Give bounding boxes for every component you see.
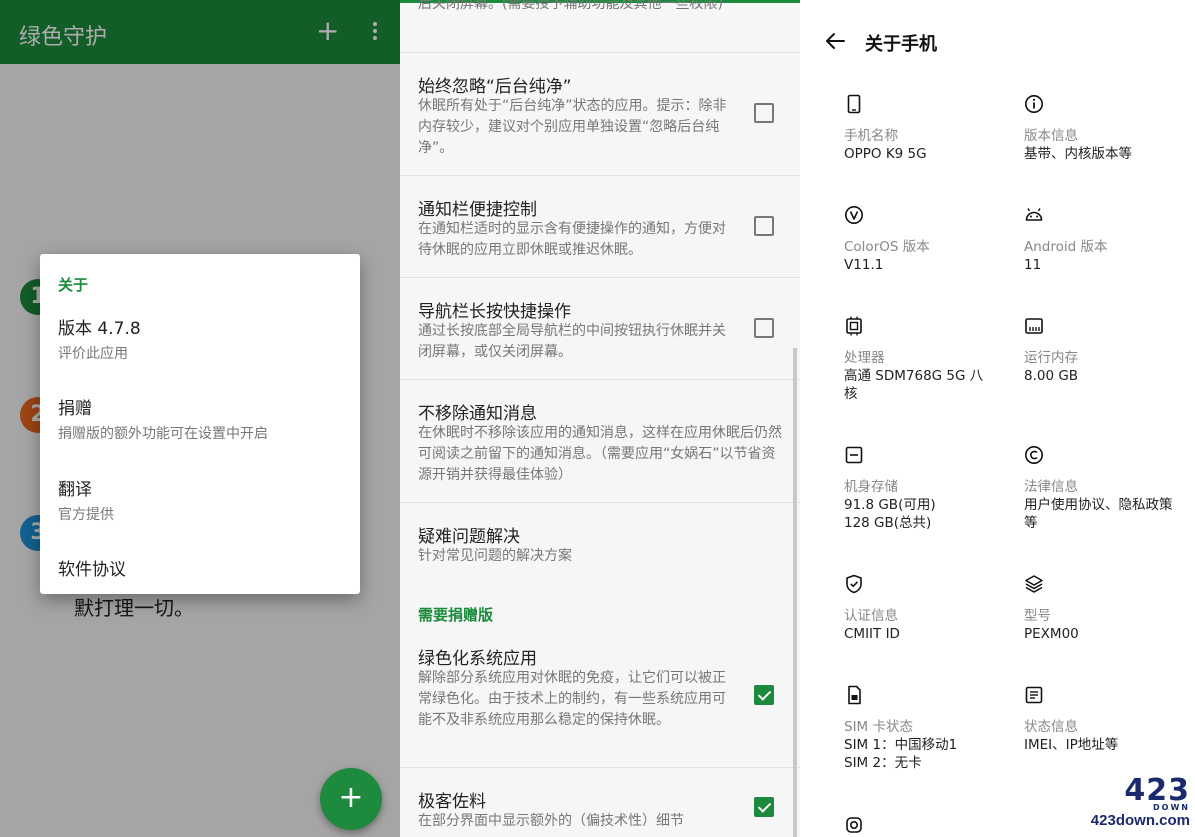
setting-title: 绿色化系统应用 xyxy=(418,649,537,669)
dialog-item-donate[interactable]: 捐赠 捐赠版的额外功能可在设置中开启 xyxy=(58,394,348,443)
info-label: ColorOS 版本 xyxy=(844,239,930,255)
dialog-item-subtitle: 官方提供 xyxy=(58,507,114,523)
camera-icon xyxy=(846,817,862,833)
info-icon xyxy=(1025,95,1043,113)
setting-desc: 在通知栏适时的显示含有便捷操作的通知，方便对待休眠的应用立即休眠或推迟休眠。 xyxy=(418,221,726,258)
dialog-item-title: 翻译 xyxy=(58,480,92,500)
setting-desc: 在休眠时不移除该应用的通知消息，这样在应用休眠后仍然可阅读之前留下的通知消息。（… xyxy=(418,425,782,483)
storage-icon xyxy=(845,446,863,464)
checkbox-checked[interactable] xyxy=(754,685,774,705)
sim-icon xyxy=(848,685,861,705)
setting-item-partial[interactable]: 后关闭屏幕。(需要授予辅助功能及其他一些权限) xyxy=(400,0,800,53)
dialog-item-title: 捐赠 xyxy=(58,399,92,419)
info-label: 手机名称 xyxy=(844,128,898,144)
watermark-number: 423 xyxy=(1124,773,1190,808)
setting-title: 极客佐料 xyxy=(418,792,486,812)
cpu-icon xyxy=(846,316,862,336)
android-icon xyxy=(1025,208,1043,221)
section-header-donate: 需要捐赠版 xyxy=(418,606,494,624)
info-value: OPPO K9 5G xyxy=(844,146,927,162)
info-label: 法律信息 xyxy=(1024,479,1078,495)
setting-item-green-system-apps[interactable]: 绿色化系统应用 解除部分系统应用对休眠的免疫，让它们可以被正常绿色化。由于技术上… xyxy=(400,628,800,768)
setting-desc: 在部分界面中显示额外的（偏技术性）细节 xyxy=(418,813,684,829)
layers-icon xyxy=(1025,575,1043,593)
dialog-item-subtitle: 捐赠版的额外功能可在设置中开启 xyxy=(58,426,268,442)
setting-title: 始终忽略“后台纯净” xyxy=(418,77,572,97)
checkbox[interactable] xyxy=(754,216,774,236)
info-label: 认证信息 xyxy=(844,608,898,624)
dialog-heading: 关于 xyxy=(58,276,89,294)
setting-title: 不移除通知消息 xyxy=(418,404,537,424)
about-phone-panel: 关于手机 手机名称 OPPO K9 5G 版本信息 基带、内核版本等 Color… xyxy=(800,0,1195,837)
info-value: 用户使用协议、隐私政策等 xyxy=(1024,497,1173,531)
setting-item-geek-details[interactable]: 极客佐料 在部分界面中显示额外的（偏技术性）细节 xyxy=(400,768,800,837)
setting-title: 疑难问题解决 xyxy=(418,527,520,547)
about-panel: 绿色守护 + 1 2 3 默打理一切。 关于 版本 4.7.8 评价此应用 捐赠… xyxy=(0,0,400,837)
dialog-item-subtitle: 评价此应用 xyxy=(58,346,128,362)
back-arrow-icon[interactable] xyxy=(824,30,846,52)
watermark-url: 423down.com xyxy=(1090,812,1190,829)
info-label: 版本信息 xyxy=(1024,128,1078,144)
checkbox[interactable] xyxy=(754,318,774,338)
copyright-icon xyxy=(1025,446,1043,464)
info-value: IMEI、IP地址等 xyxy=(1024,737,1119,753)
setting-item-keep-notifications[interactable]: 不移除通知消息 在休眠时不移除该应用的通知消息，这样在应用休眠后仍然可阅读之前留… xyxy=(400,380,800,503)
coloros-icon xyxy=(845,206,863,224)
info-label: 处理器 xyxy=(844,350,885,366)
dialog-item-translate[interactable]: 翻译 官方提供 xyxy=(58,475,348,524)
status-icon xyxy=(1025,686,1043,704)
checkbox-checked[interactable] xyxy=(754,797,774,817)
setting-item-navbar-shortcut[interactable]: 导航栏长按快捷操作 通过长按底部全局导航栏的中间按钮执行休眠并关闭屏幕，或仅关闭… xyxy=(400,278,800,380)
add-fab-button[interactable]: + xyxy=(320,768,382,830)
shield-icon xyxy=(846,574,862,594)
setting-item-troubleshoot[interactable]: 疑难问题解决 针对常见问题的解决方案 xyxy=(400,503,800,583)
info-value: V11.1 xyxy=(844,257,884,273)
memory-icon xyxy=(1025,318,1043,334)
setting-desc: 后关闭屏幕。(需要授予辅助功能及其他一些权限) xyxy=(418,0,723,12)
setting-desc: 解除部分系统应用对休眠的免疫，让它们可以被正常绿色化。由于技术上的制约，有一些系… xyxy=(418,670,726,728)
info-value: CMIIT ID xyxy=(844,626,900,642)
phone-icon xyxy=(847,94,861,114)
setting-desc: 通过长按底部全局导航栏的中间按钮执行休眠并关闭屏幕，或仅关闭屏幕。 xyxy=(418,323,726,360)
info-label: 运行内存 xyxy=(1024,350,1078,366)
dialog-item-license[interactable]: 软件协议 xyxy=(58,555,348,580)
page-title: 关于手机 xyxy=(865,34,937,55)
setting-item-notification-control[interactable]: 通知栏便捷控制 在通知栏适时的显示含有便捷操作的通知，方便对待休眠的应用立即休眠… xyxy=(400,176,800,278)
dialog-item-title: 软件协议 xyxy=(58,560,126,580)
setting-desc: 休眠所有处于“后台纯净”状态的应用。提示：除非内存较少，建议对个别应用单独设置“… xyxy=(418,98,727,156)
settings-panel: 后关闭屏幕。(需要授予辅助功能及其他一些权限) 始终忽略“后台纯净” 休眠所有处… xyxy=(400,0,800,837)
info-label: 状态信息 xyxy=(1024,719,1078,735)
info-value: PEXM00 xyxy=(1024,626,1079,642)
screenshot-root: 绿色守护 + 1 2 3 默打理一切。 关于 版本 4.7.8 评价此应用 捐赠… xyxy=(0,0,1195,837)
info-label: Android 版本 xyxy=(1024,239,1108,255)
checkbox[interactable] xyxy=(754,103,774,123)
setting-title: 通知栏便捷控制 xyxy=(418,200,537,220)
info-value: 11 xyxy=(1024,257,1042,273)
info-value: 高通 SDM768G 5G 八核 xyxy=(844,368,984,402)
info-label: 型号 xyxy=(1024,608,1051,624)
info-value: SIM 1：中国移动1 SIM 2：无卡 xyxy=(844,737,958,771)
dialog-item-title: 版本 4.7.8 xyxy=(58,319,141,339)
about-dialog: 关于 版本 4.7.8 评价此应用 捐赠 捐赠版的额外功能可在设置中开启 翻译 … xyxy=(40,254,360,594)
info-label: SIM 卡状态 xyxy=(844,719,913,735)
scrollbar[interactable] xyxy=(793,348,797,837)
setting-item-ignore-background-clean[interactable]: 始终忽略“后台纯净” 休眠所有处于“后台纯净”状态的应用。提示：除非内存较少，建… xyxy=(400,53,800,176)
info-label: 机身存储 xyxy=(844,479,898,495)
info-value: 基带、内核版本等 xyxy=(1024,146,1132,162)
setting-desc: 针对常见问题的解决方案 xyxy=(418,548,572,564)
info-value: 8.00 GB xyxy=(1024,368,1079,384)
dialog-item-version[interactable]: 版本 4.7.8 评价此应用 xyxy=(58,314,348,363)
watermark-logo: 423 DOWN 423down.com xyxy=(1086,776,1190,832)
setting-title: 导航栏长按快捷操作 xyxy=(418,302,571,322)
info-value: 91.8 GB(可用) 128 GB(总共) xyxy=(844,497,936,531)
